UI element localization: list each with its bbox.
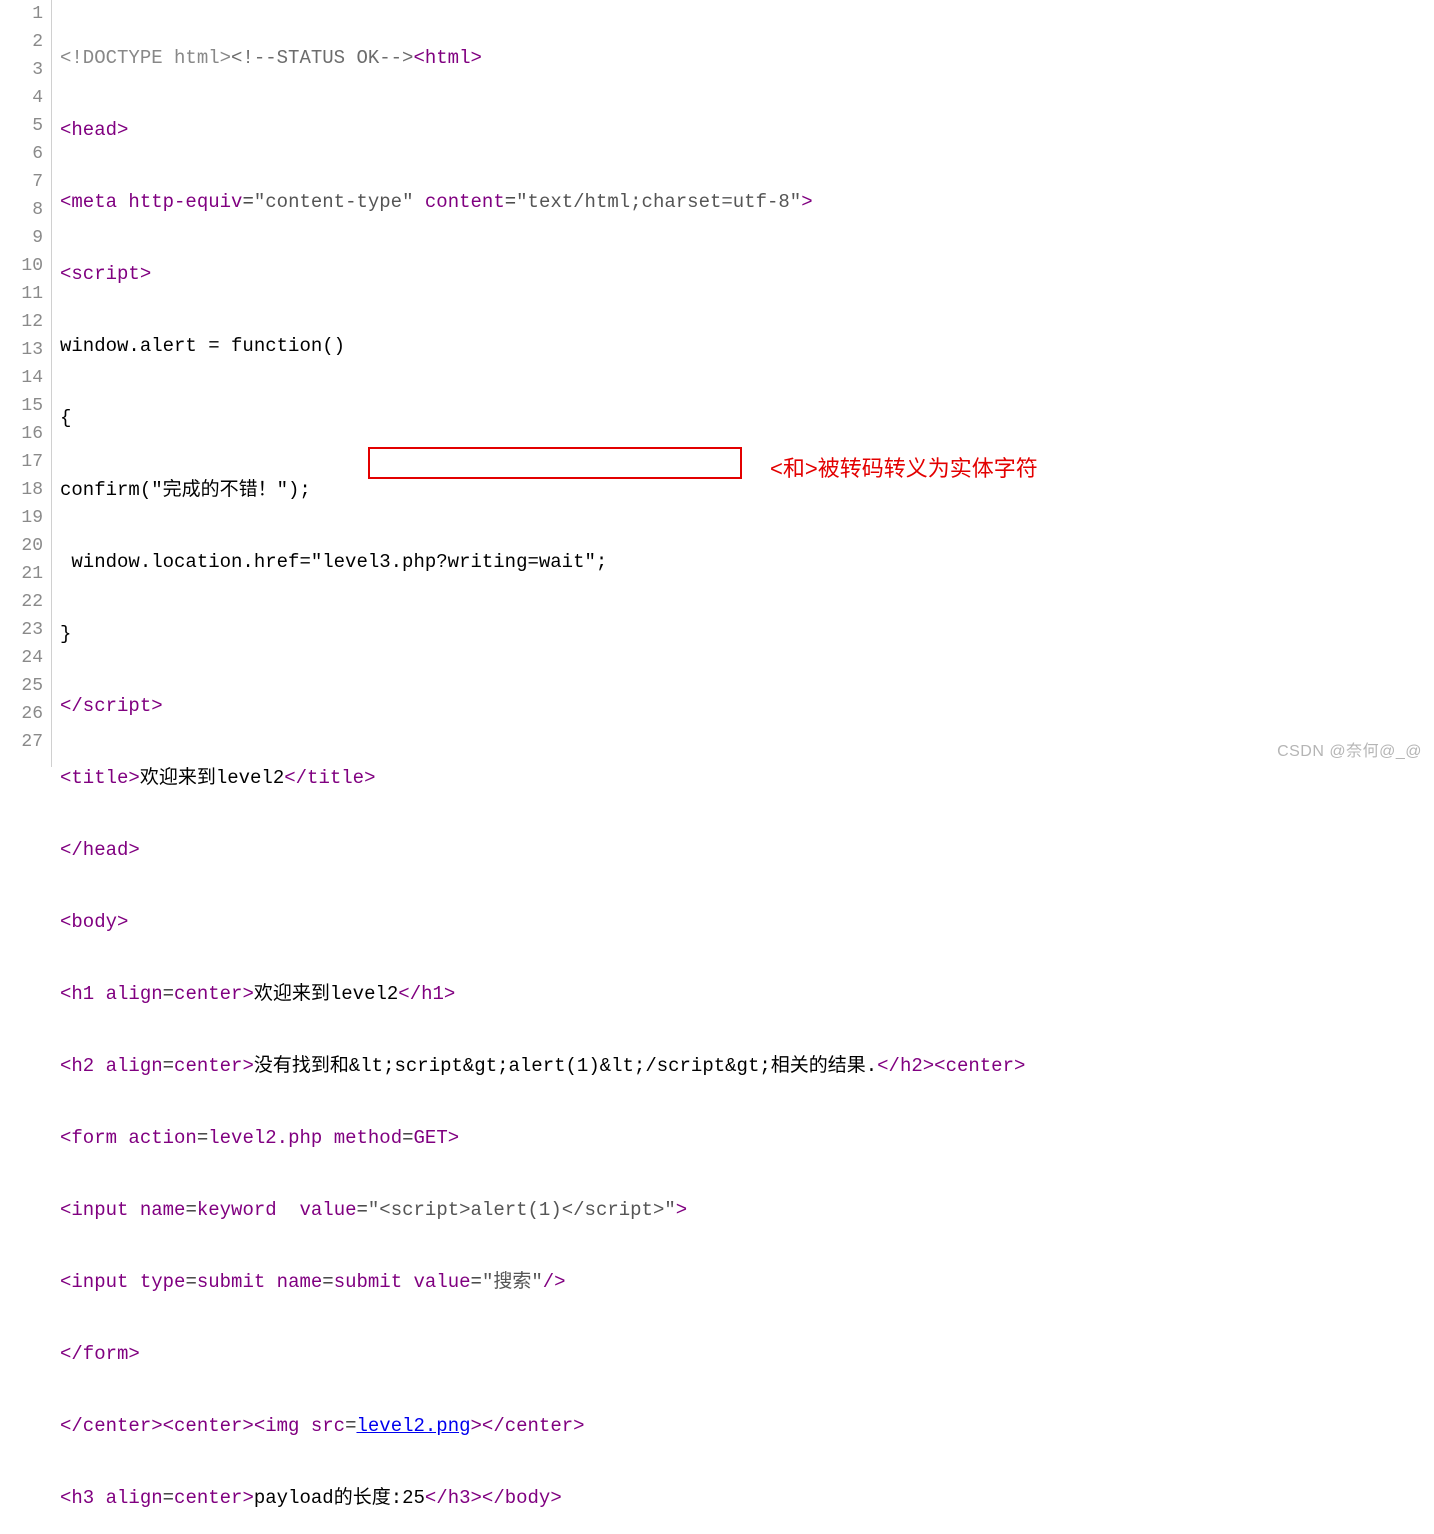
line-number: 12 [0, 308, 51, 336]
line-number: 25 [0, 672, 51, 700]
code-line: <meta http-equiv="content-type" content=… [60, 188, 1434, 216]
line-number: 8 [0, 196, 51, 224]
code-line: } [60, 620, 1434, 648]
code-line: <input type=submit name=submit value="搜索… [60, 1268, 1434, 1296]
code-line: confirm("完成的不错！"); [60, 476, 1434, 504]
code-editor: 1 2 3 4 5 6 7 8 9 10 11 12 13 14 15 16 1… [0, 0, 1434, 767]
line-number: 15 [0, 392, 51, 420]
line-number: 26 [0, 700, 51, 728]
code-line: <!DOCTYPE html><!--STATUS OK--><html> [60, 44, 1434, 72]
line-number: 3 [0, 56, 51, 84]
code-line: window.location.href="level3.php?writing… [60, 548, 1434, 576]
line-number: 13 [0, 336, 51, 364]
code-line: window.alert = function() [60, 332, 1434, 360]
line-number: 2 [0, 28, 51, 56]
code-line: <h3 align=center>payload的长度:25</h3></bod… [60, 1484, 1434, 1512]
line-number: 16 [0, 420, 51, 448]
code-line: </center><center><img src=level2.png></c… [60, 1412, 1434, 1440]
line-number: 10 [0, 252, 51, 280]
line-number: 19 [0, 504, 51, 532]
line-number: 17 [0, 448, 51, 476]
code-line: <h2 align=center>没有找到和&lt;script&gt;aler… [60, 1052, 1434, 1080]
code-line: <body> [60, 908, 1434, 936]
code-line: <head> [60, 116, 1434, 144]
line-number: 18 [0, 476, 51, 504]
code-line: <form action=level2.php method=GET> [60, 1124, 1434, 1152]
code-line: <title>欢迎来到level2</title> [60, 764, 1434, 792]
code-line: </script> [60, 692, 1434, 720]
line-number: 5 [0, 112, 51, 140]
line-number: 24 [0, 644, 51, 672]
line-number: 4 [0, 84, 51, 112]
line-number: 22 [0, 588, 51, 616]
annotation-text: <和>被转码转义为实体字符 [770, 451, 1038, 483]
line-number-gutter: 1 2 3 4 5 6 7 8 9 10 11 12 13 14 15 16 1… [0, 0, 52, 767]
code-line: </form> [60, 1340, 1434, 1368]
code-line: <input name=keyword value="<script>alert… [60, 1196, 1434, 1224]
line-number: 9 [0, 224, 51, 252]
code-line: <script> [60, 260, 1434, 288]
line-number: 6 [0, 140, 51, 168]
line-number: 11 [0, 280, 51, 308]
code-line: { [60, 404, 1434, 432]
code-content[interactable]: <!DOCTYPE html><!--STATUS OK--><html> <h… [52, 0, 1434, 767]
line-number: 20 [0, 532, 51, 560]
code-line: <h1 align=center>欢迎来到level2</h1> [60, 980, 1434, 1008]
line-number: 21 [0, 560, 51, 588]
line-number: 1 [0, 0, 51, 28]
line-number: 14 [0, 364, 51, 392]
line-number: 23 [0, 616, 51, 644]
line-number: 7 [0, 168, 51, 196]
code-line: </head> [60, 836, 1434, 864]
line-number: 27 [0, 728, 51, 756]
